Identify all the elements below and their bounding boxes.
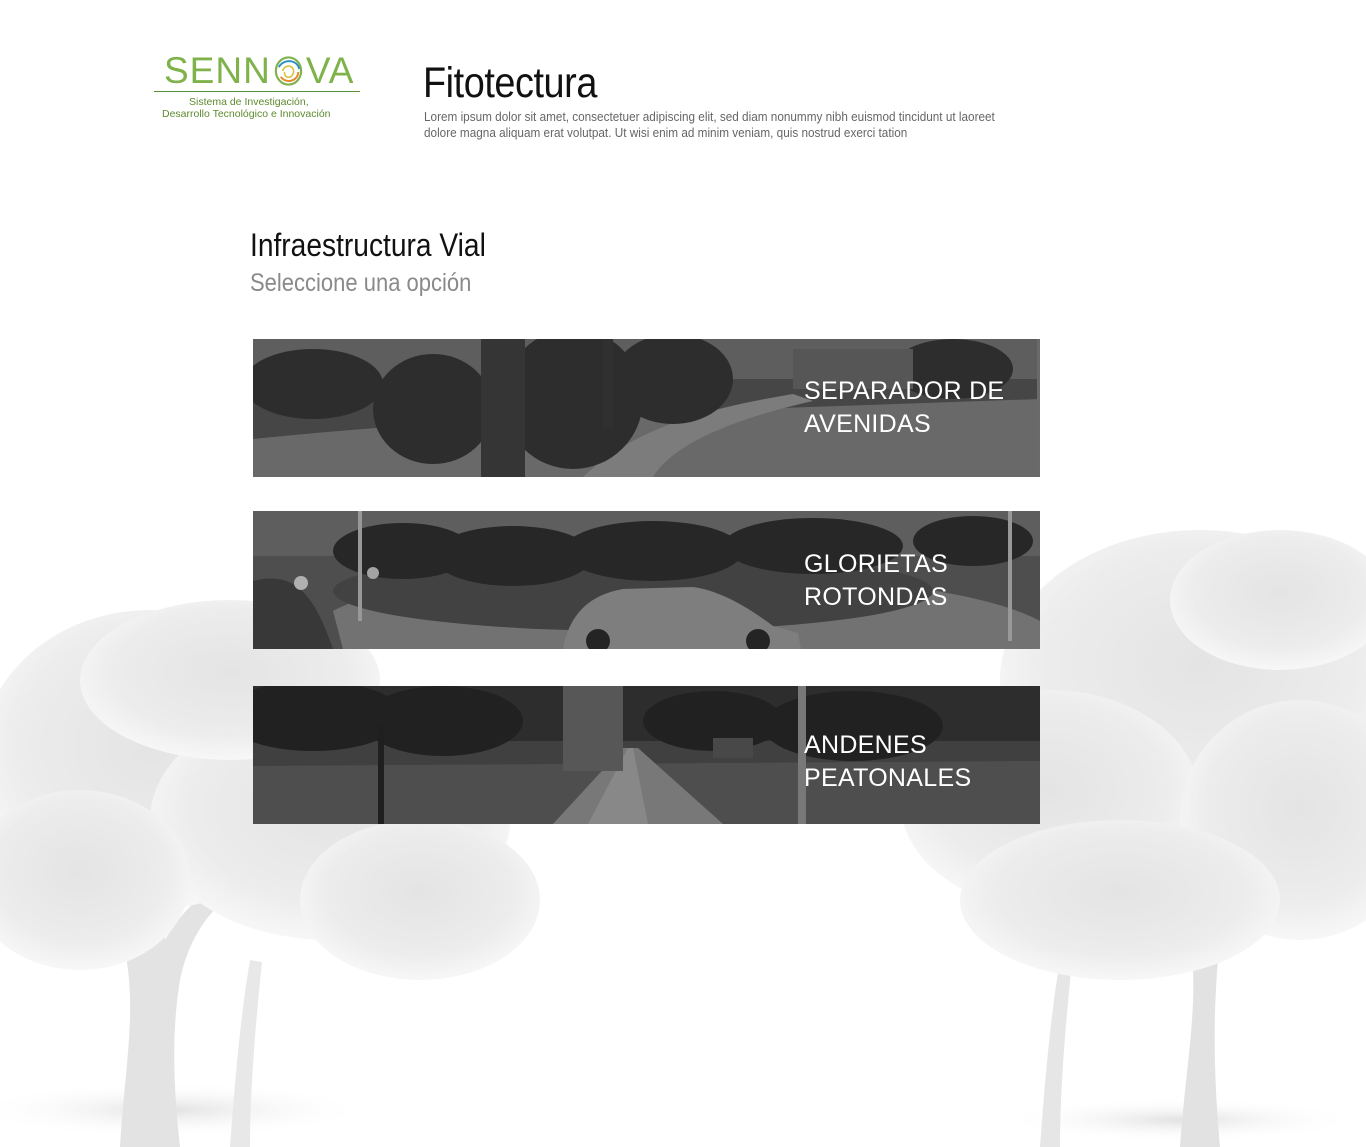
option-label-line2: PEATONALES bbox=[804, 764, 972, 792]
option-label: ANDENES PEATONALES bbox=[804, 729, 971, 795]
option-separador-de-avenidas[interactable]: SEPARADOR DE AVENIDAS bbox=[253, 339, 1040, 477]
option-label-line1: SEPARADOR DE bbox=[804, 377, 1005, 405]
option-label-line2: AVENIDAS bbox=[804, 410, 931, 438]
section-title: Infraestructura Vial bbox=[250, 227, 486, 263]
logo-tagline-2: Desarrollo Tecnológico e Innovación bbox=[162, 108, 331, 120]
page-description: Lorem ipsum dolor sit amet, consectetuer… bbox=[424, 110, 995, 140]
logo-wordmark: SENN VA bbox=[164, 50, 355, 91]
option-label-line2: ROTONDAS bbox=[804, 583, 948, 611]
sennova-logo[interactable]: SENN VA Sistema de Investigación, Desarr… bbox=[152, 50, 362, 125]
option-label: GLORIETAS ROTONDAS bbox=[804, 548, 948, 614]
option-label-line1: ANDENES bbox=[804, 731, 927, 759]
option-label: SEPARADOR DE AVENIDAS bbox=[804, 375, 1004, 441]
logo-tagline-1: Sistema de Investigación, bbox=[189, 96, 309, 108]
option-andenes-peatonales[interactable]: ANDENES PEATONALES bbox=[253, 686, 1040, 824]
option-edge bbox=[1037, 339, 1040, 477]
section-subtitle: Seleccione una opción bbox=[250, 269, 472, 297]
page-title: Fitotectura bbox=[423, 59, 597, 107]
logo-divider bbox=[154, 91, 360, 92]
logo-swirl-icon bbox=[274, 56, 302, 86]
option-glorietas-rotondas[interactable]: GLORIETAS ROTONDAS bbox=[253, 511, 1040, 649]
option-label-line1: GLORIETAS bbox=[804, 550, 948, 578]
